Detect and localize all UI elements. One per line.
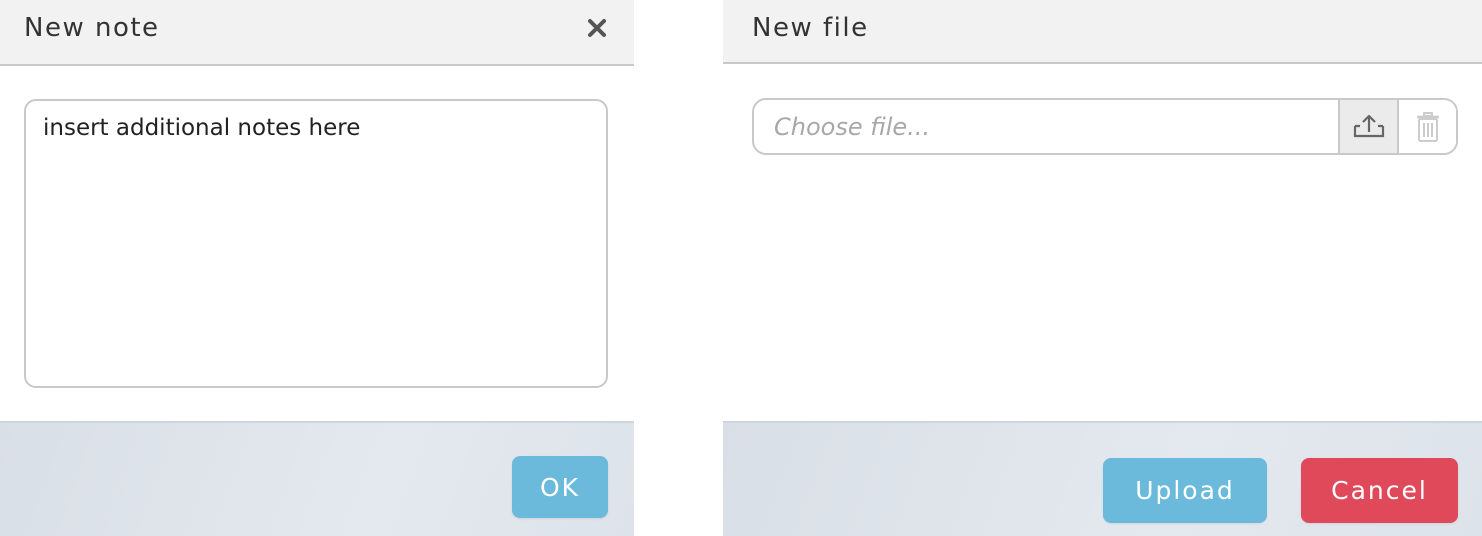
dialog-title: New file: [752, 13, 869, 43]
upload-icon: [1353, 114, 1384, 137]
upload-button[interactable]: Upload: [1103, 458, 1267, 523]
dialog-title: New note: [24, 13, 160, 43]
cancel-button[interactable]: Cancel: [1301, 458, 1458, 523]
dialog-header: New file: [723, 0, 1482, 64]
new-file-dialog: New file Upload Cancel: [723, 0, 1482, 536]
remove-file-button[interactable]: [1397, 100, 1456, 153]
close-icon[interactable]: [586, 17, 608, 39]
new-note-dialog: New note OK: [0, 0, 634, 536]
file-input[interactable]: [754, 100, 1338, 153]
choose-file-button[interactable]: [1338, 100, 1397, 153]
note-textarea[interactable]: [24, 99, 608, 388]
dialog-header: New note: [0, 0, 634, 66]
file-picker: [752, 98, 1458, 155]
trash-icon: [1416, 111, 1439, 142]
ok-button[interactable]: OK: [512, 456, 608, 518]
